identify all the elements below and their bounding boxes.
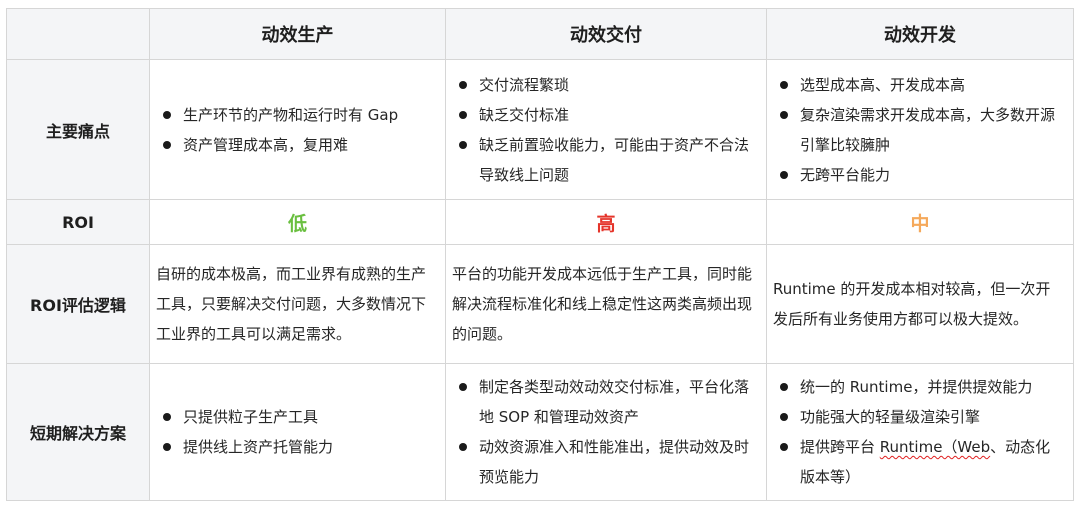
header-corner (6, 8, 150, 60)
header-row: 动效生产 动效交付 动效开发 (6, 8, 1074, 60)
pain-points-row: 主要痛点 生产环节的产物和运行时有 Gap 资产管理成本高，复用难 交付流程繁琐… (6, 59, 1074, 200)
row-label-roi: ROI (6, 199, 150, 245)
list-item-text: 提供跨平台 Runtime（Web、动态化版本等） (800, 438, 1050, 486)
list-item-text: 只提供粒子生产工具 (183, 408, 319, 426)
list-item: 生产环节的产物和运行时有 Gap (160, 100, 433, 130)
list-item: 复杂渲染需求开发成本高，大多数开源引擎比较臃肿 (777, 100, 1061, 160)
logic-development-cell: Runtime 的开发成本相对较高，但一次开发后所有业务使用方都可以极大提效。 (766, 244, 1074, 364)
bullet-icon (780, 443, 788, 451)
comparison-table: 动效生产 动效交付 动效开发 主要痛点 生产环节的产物和运行时有 Gap 资产管… (6, 8, 1074, 501)
bullet-icon (459, 80, 467, 89)
plan-production-cell: 只提供粒子生产工具 提供线上资产托管能力 (149, 363, 446, 501)
bullet-icon (459, 443, 467, 451)
list-item-text: 复杂渲染需求开发成本高，大多数开源引擎比较臃肿 (800, 105, 1056, 154)
bullet-icon (163, 413, 171, 421)
logic-delivery-text: 平台的功能开发成本远低于生产工具，同时能解决流程标准化和线上稳定性这两类高频出现… (452, 265, 753, 343)
list-item-text: 缺乏前置验收能力，可能由于资产不合法导致线上问题 (479, 135, 750, 184)
pain-delivery-cell: 交付流程繁琐 缺乏交付标准 缺乏前置验收能力，可能由于资产不合法导致线上问题 (445, 59, 767, 200)
list-item: 动效资源准入和性能准出，提供动效及时预览能力 (456, 432, 754, 492)
list-item-text: 资产管理成本高，复用难 (183, 135, 349, 154)
list-item-text: 无跨平台能力 (800, 165, 891, 184)
header-production: 动效生产 (149, 8, 446, 60)
roi-development-value: 中 (766, 199, 1074, 245)
pain-development-cell: 选型成本高、开发成本高 复杂渲染需求开发成本高，大多数开源引擎比较臃肿 无跨平台… (766, 59, 1074, 200)
header-development: 动效开发 (766, 8, 1074, 60)
list-item-text: 功能强大的轻量级渲染引擎 (800, 408, 981, 426)
row-label-short-term-plan: 短期解决方案 (6, 363, 150, 501)
bullet-icon (459, 140, 467, 149)
list-item-text: 选型成本高、开发成本高 (800, 75, 966, 94)
list-item: 只提供粒子生产工具 (160, 402, 433, 432)
list-item-text-prefix: 提供跨平台 (800, 438, 880, 456)
list-item: 缺乏交付标准 (456, 100, 754, 130)
list-item: 统一的 Runtime，并提供提效能力 (777, 372, 1061, 402)
short-term-plan-row: 短期解决方案 只提供粒子生产工具 提供线上资产托管能力 制定各类型动效动效交付标… (6, 363, 1074, 501)
roi-production-value: 低 (149, 199, 446, 245)
roi-delivery-value: 高 (445, 199, 767, 245)
bullet-icon (163, 140, 171, 149)
bullet-icon (780, 110, 788, 119)
pain-production-cell: 生产环节的产物和运行时有 Gap 资产管理成本高，复用难 (149, 59, 446, 200)
list-item: 功能强大的轻量级渲染引擎 (777, 402, 1061, 432)
row-label-roi-logic: ROI评估逻辑 (6, 244, 150, 364)
list-item: 资产管理成本高，复用难 (160, 130, 433, 160)
list-item-text: 生产环节的产物和运行时有 Gap (183, 105, 399, 124)
list-item: 提供跨平台 Runtime（Web、动态化版本等） (777, 432, 1061, 492)
list-item: 缺乏前置验收能力，可能由于资产不合法导致线上问题 (456, 130, 754, 190)
bullet-icon (459, 383, 467, 391)
bullet-icon (163, 443, 171, 451)
spellcheck-underlined-text: Runtime（Web (879, 438, 991, 456)
header-delivery: 动效交付 (445, 8, 767, 60)
list-item: 无跨平台能力 (777, 160, 1061, 190)
list-item-text: 制定各类型动效动效交付标准，平台化落地 SOP 和管理动效资产 (479, 378, 750, 426)
logic-delivery-cell: 平台的功能开发成本远低于生产工具，同时能解决流程标准化和线上稳定性这两类高频出现… (445, 244, 767, 364)
bullet-icon (780, 383, 788, 391)
list-item-text: 缺乏交付标准 (479, 105, 570, 124)
row-label-pain-points: 主要痛点 (6, 59, 150, 200)
list-item: 交付流程繁琐 (456, 70, 754, 100)
bullet-icon (163, 110, 171, 119)
list-item: 提供线上资产托管能力 (160, 432, 433, 462)
list-item: 制定各类型动效动效交付标准，平台化落地 SOP 和管理动效资产 (456, 372, 754, 432)
roi-row: ROI 低 高 中 (6, 199, 1074, 245)
list-item-text: 提供线上资产托管能力 (183, 438, 334, 456)
bullet-icon (780, 80, 788, 89)
bullet-icon (459, 110, 467, 119)
list-item-text: 动效资源准入和性能准出，提供动效及时预览能力 (479, 438, 750, 486)
plan-delivery-cell: 制定各类型动效动效交付标准，平台化落地 SOP 和管理动效资产 动效资源准入和性… (445, 363, 767, 501)
bullet-icon (780, 170, 788, 179)
list-item-text: 交付流程繁琐 (479, 75, 570, 94)
logic-production-text: 自研的成本极高，而工业界有成熟的生产工具，只要解决交付问题，大多数情况下工业界的… (156, 265, 427, 343)
plan-development-cell: 统一的 Runtime，并提供提效能力 功能强大的轻量级渲染引擎 提供跨平台 R… (766, 363, 1074, 501)
logic-production-cell: 自研的成本极高，而工业界有成熟的生产工具，只要解决交付问题，大多数情况下工业界的… (149, 244, 446, 364)
list-item: 选型成本高、开发成本高 (777, 70, 1061, 100)
bullet-icon (780, 413, 788, 421)
logic-development-text: Runtime 的开发成本相对较高，但一次开发后所有业务使用方都可以极大提效。 (773, 280, 1051, 328)
list-item-text: 统一的 Runtime，并提供提效能力 (800, 378, 1033, 396)
roi-logic-row: ROI评估逻辑 自研的成本极高，而工业界有成熟的生产工具，只要解决交付问题，大多… (6, 244, 1074, 364)
